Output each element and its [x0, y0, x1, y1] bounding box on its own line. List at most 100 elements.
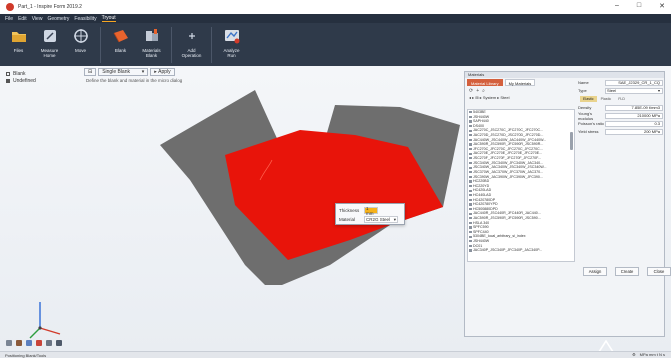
close-guide-button[interactable]: ⊟ [84, 67, 97, 76]
material-row: Material CR2G Steel ▾ [339, 215, 401, 224]
blank-sheet-icon [112, 27, 130, 45]
search-icon[interactable]: ⌕ [482, 88, 485, 94]
x-axis [39, 327, 61, 335]
youngs-modulus-row: Young's modulus 210000 MPa [578, 111, 664, 121]
thickness-input[interactable]: 1 mm [364, 206, 378, 216]
close-button[interactable]: ✕ [659, 2, 665, 10]
chevron-down-icon: ▾ [141, 68, 145, 75]
property-sub-tabs: Elastic Plastic FLD [580, 96, 664, 102]
browser-item-blank[interactable]: Blank [6, 70, 76, 77]
menu-geometry[interactable]: Geometry [47, 16, 69, 22]
materials-label: Materials Blank [142, 48, 161, 58]
measure-label: Measure Home [40, 48, 59, 58]
add-icon[interactable]: + [476, 88, 479, 94]
tab-fld[interactable]: FLD [615, 96, 628, 102]
tab-plastic[interactable]: Plastic [598, 96, 615, 102]
view-cube-icon[interactable] [6, 340, 12, 346]
zoom-icon[interactable] [46, 340, 52, 346]
section-view-icon[interactable] [26, 340, 32, 346]
guide-hint: Define the blank and material in the mic… [86, 78, 183, 83]
material-select[interactable]: CR2G Steel ▾ [364, 216, 398, 223]
tab-my-materials[interactable]: My Materials [504, 79, 536, 86]
material-library-pane: Material Library My Materials ⟳ + ⌕ ◂ ▸ … [467, 79, 575, 264]
ribbon-separator [211, 27, 212, 63]
analyze-run-label: Analyze Run [223, 48, 240, 58]
name-row: Name SAE_J2329_CR_1_CQ [578, 79, 664, 86]
browser-item-label: Blank [13, 70, 26, 77]
units-label: MPa mm t N s [639, 352, 665, 357]
chevron-down-icon: ▾ [393, 216, 396, 222]
analyze-run-icon [223, 27, 241, 45]
gear-icon[interactable]: ⚙ [632, 352, 636, 357]
triad-origin [38, 326, 42, 330]
fit-view-icon[interactable] [56, 340, 62, 346]
close-panel-button[interactable]: Close [647, 267, 671, 276]
property-value[interactable]: 210000 MPa [605, 112, 663, 119]
type-select[interactable]: Steel ▾ [605, 87, 663, 94]
highlight-icon[interactable] [36, 340, 42, 346]
name-label: Name [578, 80, 589, 85]
guide-bar: ⊟ Single Blank ▾ ▸ Apply [84, 67, 194, 76]
maximize-button[interactable]: □ [637, 2, 641, 10]
property-value[interactable]: 0.3 [605, 120, 663, 127]
thickness-row: Thickness 1 mm [339, 206, 401, 216]
create-button[interactable]: Create [615, 267, 639, 276]
move-tool[interactable]: Move [65, 23, 96, 53]
property-label: Yield stress [578, 129, 599, 134]
browser-item-label: Undefined [13, 77, 36, 84]
unit-system[interactable]: ⚙ MPa mm t N s [632, 352, 665, 357]
materials-panel-header: Materials [465, 72, 664, 78]
material-list-items: 5403BE JSH440W SAPH440 DS400 JAC270C_JSC270C… [468, 110, 574, 253]
view-controls [6, 340, 62, 346]
measure-tool[interactable]: Measure Home [34, 23, 65, 58]
blank-tool[interactable]: Blank [105, 23, 136, 53]
list-scrollbar[interactable] [570, 132, 573, 150]
axis-triad [29, 302, 61, 339]
y-axis [29, 327, 41, 339]
name-field[interactable]: SAE_J2329_CR_1_CQ [605, 79, 663, 86]
breadcrumb[interactable]: ◂ ▸ ⊞ ▸ System ▸ Steel [467, 95, 575, 101]
type-label: Type [578, 88, 587, 93]
type-row: Type Steel ▾ [578, 87, 664, 94]
materials-panel: Materials Material Library My Materials … [464, 71, 671, 337]
yield-stress-row: Yield stress 200 MPa [578, 128, 664, 135]
chevron-down-icon: ▾ [657, 88, 660, 93]
tab-material-library[interactable]: Material Library [467, 79, 503, 86]
render-mode-icon[interactable] [16, 340, 22, 346]
material-list[interactable]: 5403BE JSH440W SAPH440 DS400 JAC270C_JSC270C… [467, 109, 575, 262]
assign-button[interactable]: Assign [583, 267, 607, 276]
move-label: Move [74, 48, 86, 53]
blank-mode-value: Single Blank [102, 68, 130, 75]
refresh-icon[interactable]: ⟳ [469, 88, 473, 94]
property-label: Poisson's ratio [578, 121, 604, 126]
browser-item-undefined[interactable]: Undefined [6, 77, 76, 84]
tab-elastic[interactable]: Elastic [580, 96, 597, 102]
menu-tryout[interactable]: Tryout [101, 15, 116, 22]
list-item[interactable]: JAC340P_JSC340P_JFC340P_JAC340P... [468, 248, 574, 253]
files-tool[interactable]: Files [3, 23, 34, 53]
window-title: Part_1 - Inspire Form 2019.2 [18, 4, 82, 10]
material-tabs: Material Library My Materials [467, 79, 575, 86]
type-value: Steel [607, 88, 617, 93]
add-operation-tool[interactable]: Add Operation [176, 23, 207, 58]
blank-node-icon [6, 71, 10, 76]
ribbon-toolbar: Files Measure Home Move Blank Materials … [0, 23, 671, 66]
blank-model[interactable] [160, 85, 480, 285]
analyze-run-tool[interactable]: Analyze Run [216, 23, 247, 58]
blank-mode-dropdown[interactable]: Single Blank ▾ [98, 67, 149, 76]
menu-edit[interactable]: Edit [18, 16, 27, 22]
menu-feasibility[interactable]: Feasibility [74, 16, 96, 22]
property-value[interactable]: 200 MPa [605, 128, 663, 135]
property-label: Density [578, 105, 592, 110]
property-value[interactable]: 7.85E-09 t/mm3 [605, 104, 663, 111]
add-icon [183, 27, 201, 45]
materials-tool[interactable]: Materials Blank [136, 23, 167, 58]
material-value: CR2G Steel [366, 217, 391, 222]
apply-button[interactable]: ▸ Apply [150, 67, 175, 76]
menu-view[interactable]: View [32, 16, 43, 22]
menu-file[interactable]: File [5, 16, 13, 22]
poissons-ratio-row: Poisson's ratio 0.3 [578, 120, 664, 127]
minimize-button[interactable]: – [615, 2, 619, 10]
part-node-icon [6, 78, 10, 83]
folder-icon [10, 27, 28, 45]
